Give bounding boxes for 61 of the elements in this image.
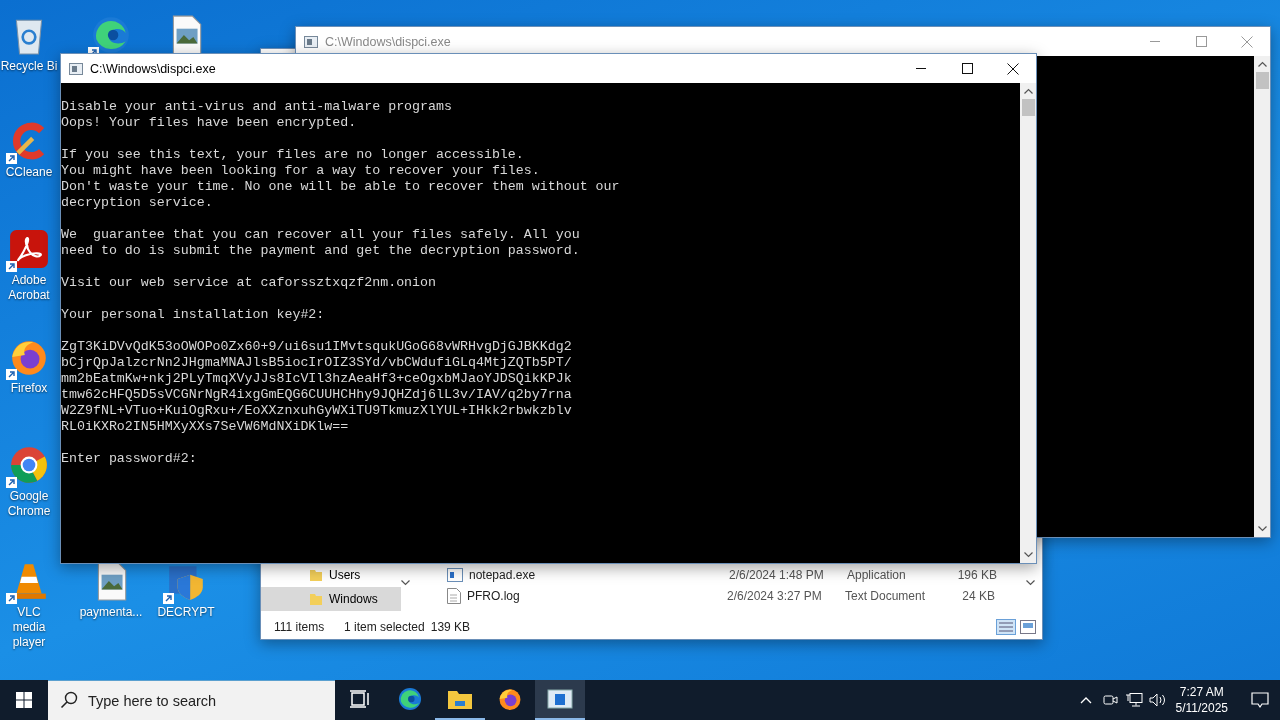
folder-icon [309, 592, 323, 606]
console-text: Disable your anti-virus and anti-malware programs Oops! Your files have been encrypted. [61, 99, 453, 131]
nav-item[interactable]: Users [261, 563, 401, 587]
console-text: We guarantee that you can recover all your files safely. All you need to do is submit the payment and get the decryption password. [61, 227, 581, 259]
desktop-icon-label[interactable]: Recycle Bi [0, 59, 58, 74]
nav-item[interactable]: Windows [261, 587, 401, 611]
desktop-icon-label[interactable]: Firefox [0, 381, 58, 396]
desktop-icon-label[interactable]: DECRYPT [150, 605, 222, 620]
edge-icon [397, 686, 423, 712]
console-text: Visit our web service at caforssztxqzf2nm.onion [61, 275, 438, 291]
desktop-icon-label[interactable]: CCleane [0, 165, 58, 180]
file-row[interactable]: PFRO.log 2/6/2024 3:27 PM Text Document 24 KB [447, 585, 1026, 606]
scroll-down-icon[interactable] [1023, 552, 1033, 558]
close-icon [1007, 62, 1019, 75]
selection-count: 1 item selected [344, 620, 425, 634]
tiles-view-icon[interactable] [1020, 620, 1036, 634]
selection-size: 139 KB [430, 620, 471, 634]
minimize-icon [916, 68, 926, 69]
console-window-icon [69, 62, 83, 75]
console-text: ZgT3KiDVvQdK53oOWOPo0Zx60+9/ui6su1IMvtsqukUGoG68vWRHvgDjGJBKKdg2 bCjrQpJalzcrNn2JHgmaMNAJlsB5iocIrOIZ3SYd/vbCWdufiGLq4MtjZQTb5PT/ mm2bEatmKw+nkj2PLyTmqXVyJJs8IcVIl3hzAeaHf3+ceOgxbMJaoYJDSQikKPJk tmw62cHFQ5D5sVCGNrNgR4ixgGmEQG6CUUHCHhy9JQHZdj6lL3v/IAV/q2by7rna W2Z9fNL+VTuo+KuiOgRxu+/EoXXznxuhGyWXiTU9TkmuzXlYUL+IHkk2rbwkzblv RL0iKXRo2IN5HMXyXXs7SeVW6MdNXiDKlw== [61, 339, 573, 435]
window-title: C:\Windows\dispci.exe [325, 34, 452, 49]
file-row[interactable]: notepad.exe 2/6/2024 1:48 PM Application 196 KB [447, 564, 1026, 585]
document-icon [447, 587, 461, 604]
scroll-thumb[interactable] [1255, 72, 1269, 89]
desktop-icon-label[interactable]: Google Chrome [0, 489, 58, 519]
search-field[interactable]: Type here to search [48, 680, 335, 720]
application-icon [447, 567, 463, 582]
chrome-icon [8, 444, 50, 486]
folder-icon [447, 688, 473, 710]
console-text: If you see this text, your files are no longer accessible. You might have been looking for a way to recover your files. Don't waste your time. No one will be able to recover them without our decryption service. [61, 147, 621, 211]
maximize-icon [961, 63, 973, 74]
speech-bubble-icon [1251, 691, 1269, 709]
console-window-icon [304, 35, 318, 48]
window-title: C:\Windows\dispci.exe [90, 61, 217, 76]
desktop-icon-label[interactable]: paymenta... [75, 605, 147, 620]
scroll-thumb[interactable] [1021, 99, 1035, 116]
task-view-icon [349, 689, 371, 709]
clock[interactable]: 7:27 AM 5/11/2025 [1175, 684, 1228, 716]
window-icon [547, 689, 573, 709]
windows-logo-icon [16, 692, 32, 708]
desktop-icon-label[interactable]: Adobe Acrobat [0, 273, 58, 303]
scroll-down-icon[interactable] [1257, 526, 1267, 532]
desktop-icon-label[interactable]: VLC media player [0, 605, 58, 650]
maximize-icon [1195, 36, 1207, 47]
edge-icon [90, 14, 132, 56]
scroll-down-icon[interactable] [401, 580, 410, 586]
scroll-up-icon[interactable] [1023, 88, 1033, 94]
clock-date: 5/11/2025 [1175, 700, 1228, 716]
console-text: Enter password#2: [61, 451, 198, 467]
console-text: Your personal installation key#2: [61, 307, 326, 323]
scroll-up-icon[interactable] [1257, 61, 1267, 67]
close-icon [1241, 35, 1253, 48]
minimize-icon [1150, 41, 1160, 42]
clock-time: 7:27 AM [1179, 684, 1224, 700]
taskbar-button[interactable] [535, 680, 585, 720]
search-icon [60, 691, 78, 709]
folder-icon [309, 568, 323, 582]
scroll-down-icon[interactable] [1026, 580, 1035, 586]
acrobat-icon [8, 228, 50, 270]
item-count: 111 items [274, 620, 326, 634]
firefox-icon [497, 686, 523, 712]
